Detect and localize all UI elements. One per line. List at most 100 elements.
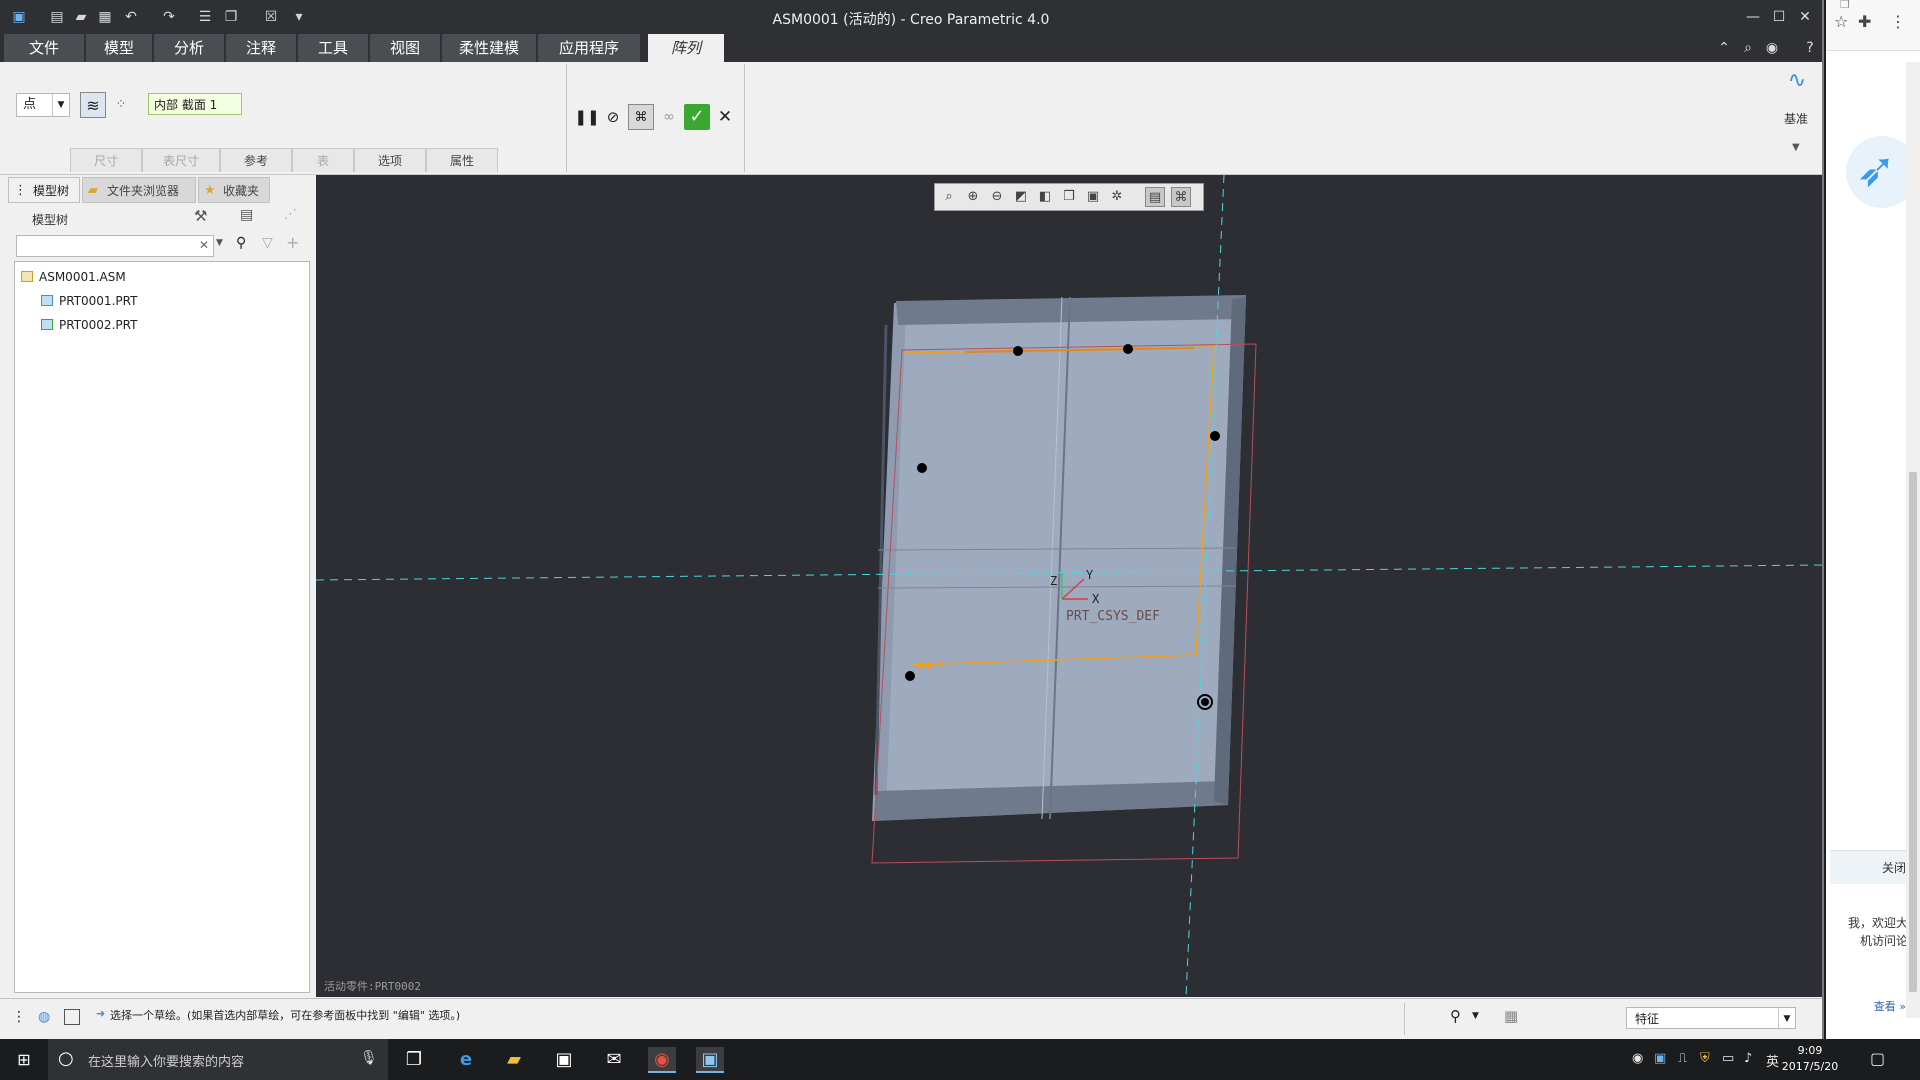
mail-icon[interactable]: ✉	[600, 1047, 628, 1073]
store-icon[interactable]: ▣	[550, 1047, 578, 1073]
selection-filter-dropdown[interactable]: 特征 ▼	[1626, 1007, 1796, 1029]
no-preview-icon[interactable]: ⊘	[600, 104, 626, 130]
saved-orientations-icon[interactable]: ❒	[1059, 187, 1079, 207]
tab-favorites[interactable]: ★ 收藏夹	[198, 177, 270, 203]
cancel-x-icon[interactable]: ✕	[712, 104, 738, 130]
datum-expand-icon[interactable]: ▼	[1792, 142, 1800, 153]
creo-app-icon[interactable]: ▣	[696, 1047, 724, 1073]
system-clock[interactable]: 9:09 2017/5/20	[1778, 1043, 1842, 1075]
scroll-thumb[interactable]	[1909, 472, 1917, 992]
search-dropdown-icon[interactable]: ▼	[216, 238, 223, 248]
fullscreen-icon[interactable]	[64, 1009, 80, 1025]
verify-icon[interactable]: ∞	[656, 104, 682, 130]
tab-model-tree[interactable]: ⋮ 模型树	[8, 177, 80, 203]
tab-pattern[interactable]: 阵列	[648, 34, 724, 62]
taskbar-search[interactable]: ○ 在这里输入你要搜索的内容 🎙	[48, 1039, 388, 1080]
tab-tools[interactable]: 工具	[298, 34, 368, 62]
zoom-out-icon[interactable]: ⊖	[987, 187, 1007, 207]
menu-icon[interactable]: ⋮	[1890, 12, 1906, 31]
subtab-properties[interactable]: 属性	[426, 148, 498, 172]
command-search-icon[interactable]: ⌕	[1738, 38, 1758, 58]
pause-icon[interactable]: ❚❚	[574, 104, 600, 130]
subtab-table-dimensions[interactable]: 表尺寸	[142, 148, 220, 172]
close-button[interactable]: ✕	[1794, 6, 1816, 28]
help-icon[interactable]: ?	[1800, 38, 1820, 58]
tray-network-icon[interactable]: ▭	[1722, 1051, 1734, 1066]
add-icon[interactable]: +	[286, 233, 299, 252]
geometry-preview-icon[interactable]: ⌘	[628, 104, 654, 130]
spin-center-icon[interactable]: ⌘	[1171, 187, 1191, 207]
assembly-icon	[21, 271, 33, 282]
nav-toggle-icon[interactable]: ⋮	[12, 1009, 26, 1025]
search-circle-icon: ○	[58, 1048, 74, 1069]
remove-points-icon[interactable]: ⁘	[108, 92, 134, 118]
tab-model[interactable]: 模型	[86, 34, 152, 62]
pattern-marker-icon: ◆◆ 1	[916, 658, 943, 671]
pattern-point	[917, 463, 927, 473]
smart-select-icon[interactable]: ▦	[1504, 1007, 1518, 1025]
pattern-point	[1013, 346, 1023, 356]
sketch-icon[interactable]: ≋	[80, 92, 106, 118]
ok-checkmark-icon[interactable]: ✓	[684, 104, 710, 130]
model-tree-search-input[interactable]: ✕	[16, 235, 214, 257]
graphics-area[interactable]: ◆◆ 1 X Y Z PRT_CSYS_DEF ⌕ ⊕ ⊖ ◩ ◧ ❒ ▣ ✲ …	[316, 175, 1822, 997]
find-binoculars-icon[interactable]: ⚲	[236, 235, 246, 251]
maximize-button[interactable]: ☐	[1768, 6, 1790, 28]
minimize-button[interactable]: —	[1742, 6, 1764, 28]
sketch-collector[interactable]: 内部 截面 1	[148, 93, 242, 115]
start-windows-icon[interactable]: ⊞	[10, 1047, 38, 1073]
repaint-icon[interactable]: ◩	[1011, 187, 1031, 207]
close-link[interactable]: 关闭	[1830, 850, 1916, 884]
settings-icon[interactable]: ⚒	[194, 207, 207, 225]
browser-toggle-icon[interactable]: ◍	[38, 1009, 50, 1025]
columns-icon[interactable]: ⋰	[284, 207, 297, 222]
chrome-icon[interactable]: ◉	[648, 1047, 676, 1073]
action-center-icon[interactable]: ▢	[1870, 1049, 1885, 1068]
restore-window-icon[interactable]: ❐	[1840, 0, 1850, 11]
model-canvas[interactable]: ◆◆ 1 X Y Z PRT_CSYS_DEF	[316, 175, 1822, 997]
pattern-point	[1201, 698, 1209, 706]
tray-usb-icon[interactable]: ⎍	[1678, 1051, 1687, 1066]
subtab-tables[interactable]: 表	[292, 148, 354, 172]
clear-search-icon[interactable]: ✕	[199, 238, 209, 252]
tab-analysis[interactable]: 分析	[154, 34, 224, 62]
tab-flexible-modeling[interactable]: 柔性建模	[442, 34, 536, 62]
subtab-options[interactable]: 选项	[354, 148, 426, 172]
view-manager-icon[interactable]: ▣	[1083, 187, 1103, 207]
display-style-icon[interactable]: ◧	[1035, 187, 1055, 207]
community-icon[interactable]: ◉	[1762, 38, 1782, 58]
tab-annotate[interactable]: 注释	[226, 34, 296, 62]
bird-glyph: ➶	[1856, 142, 1897, 198]
browser-scrollbar[interactable]	[1906, 62, 1920, 1018]
datum-display-icon[interactable]: ✲	[1107, 187, 1127, 207]
find-dropdown-icon[interactable]: ▼	[1472, 1011, 1479, 1021]
microphone-icon[interactable]: 🎙	[360, 1050, 378, 1066]
tray-volume-icon[interactable]: ♪	[1744, 1051, 1752, 1066]
tab-folder-browser[interactable]: ▰ 文件夹浏览器	[82, 177, 196, 203]
taskbar-search-text: 在这里输入你要搜索的内容	[88, 1055, 245, 1070]
tray-record-icon[interactable]: ◉	[1632, 1051, 1643, 1066]
pattern-type-dropdown[interactable]: 点 ▼	[16, 93, 70, 117]
tab-file[interactable]: 文件	[4, 34, 84, 62]
extensions-icon[interactable]: ✚	[1858, 12, 1871, 31]
edge-browser-icon[interactable]: e	[452, 1047, 480, 1073]
show-icon[interactable]: ▤	[240, 207, 253, 223]
find-icon[interactable]: ⚲	[1450, 1007, 1461, 1025]
navigator-panel: ⋮ 模型树 ▰ 文件夹浏览器 ★ 收藏夹 模型树 ⚒ ▤ ⋰ ✕ ▼ ⚲ ▽ +…	[4, 175, 314, 995]
subtab-references[interactable]: 参考	[220, 148, 292, 172]
collapse-ribbon-icon[interactable]: ⌃	[1714, 38, 1734, 58]
view-more-link[interactable]: 查看 »	[1874, 998, 1906, 1014]
tray-security-icon[interactable]: ⛨	[1700, 1051, 1710, 1066]
bookmark-star-icon[interactable]: ☆	[1834, 12, 1848, 31]
tab-view[interactable]: 视图	[370, 34, 440, 62]
subtab-dimensions[interactable]: 尺寸	[70, 148, 142, 172]
file-explorer-icon[interactable]: ▰	[500, 1047, 528, 1073]
refit-icon[interactable]: ⌕	[939, 187, 959, 207]
zoom-in-icon[interactable]: ⊕	[963, 187, 983, 207]
filter-icon[interactable]: ▽	[262, 235, 273, 251]
tab-applications[interactable]: 应用程序	[538, 34, 640, 62]
tray-feather-icon[interactable]: ▣	[1654, 1051, 1666, 1066]
task-view-icon[interactable]: ❐	[400, 1047, 428, 1073]
annotation-display-icon[interactable]: ▤	[1145, 187, 1165, 207]
datum-curve-icon[interactable]: ∿	[1784, 68, 1810, 94]
